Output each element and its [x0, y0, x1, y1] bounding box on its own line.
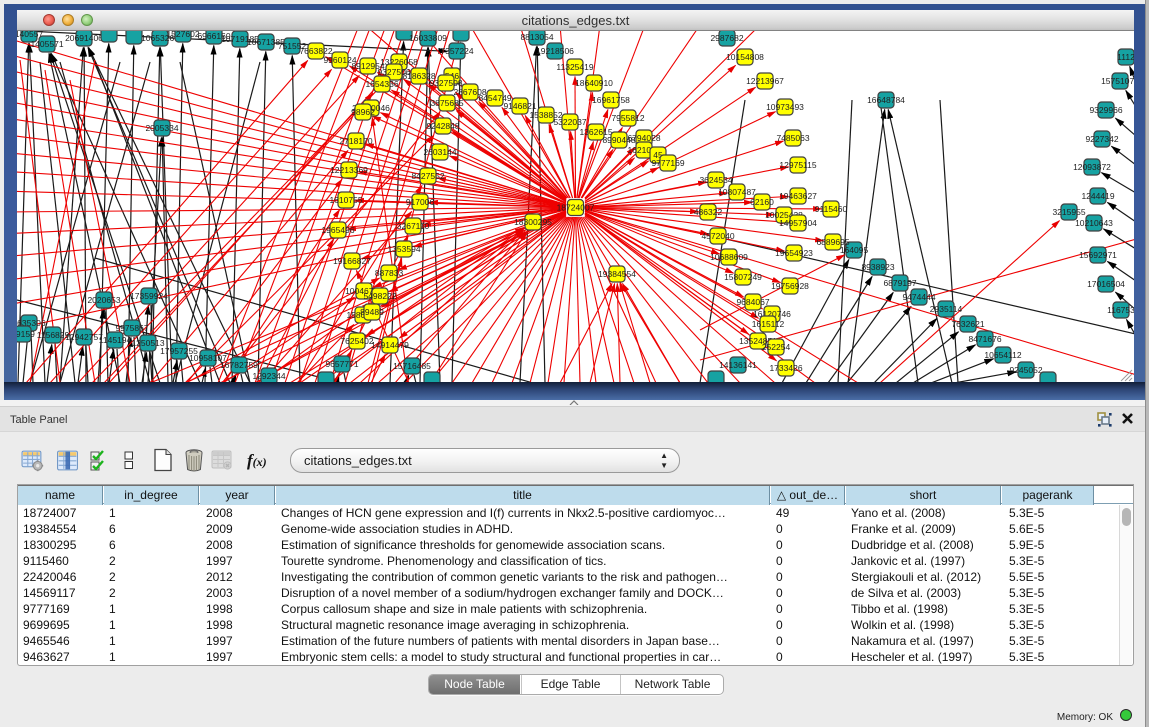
- svg-text:1965496: 1965496: [321, 225, 354, 235]
- svg-text:14914479: 14914479: [371, 340, 409, 350]
- svg-text:10154808: 10154808: [726, 52, 764, 62]
- svg-text:19463627: 19463627: [779, 191, 817, 201]
- svg-text:10807487: 10807487: [718, 187, 756, 197]
- svg-text:9242848: 9242848: [426, 121, 459, 131]
- svg-text:2718170: 2718170: [339, 136, 372, 146]
- svg-text:12213369: 12213369: [330, 165, 368, 175]
- svg-text:16961758: 16961758: [592, 95, 630, 105]
- svg-text:20691406: 20691406: [65, 33, 103, 43]
- svg-text:19384554: 19384554: [598, 269, 636, 279]
- svg-text:98962: 98962: [351, 107, 375, 117]
- svg-text:18300295: 18300295: [514, 217, 552, 227]
- svg-text:887833: 887833: [375, 268, 404, 278]
- svg-text:6879197: 6879197: [883, 278, 916, 288]
- svg-text:62160: 62160: [750, 197, 774, 207]
- svg-text:15807249: 15807249: [724, 272, 762, 282]
- svg-text:7625402: 7625402: [340, 336, 373, 346]
- svg-text:9684067: 9684067: [736, 297, 769, 307]
- svg-text:2603144: 2603144: [423, 147, 456, 157]
- svg-text:12213967: 12213967: [746, 76, 784, 86]
- svg-text:9329966: 9329966: [1089, 105, 1122, 115]
- svg-text:89489: 89489: [360, 307, 384, 317]
- svg-text:11325419: 11325419: [556, 62, 593, 72]
- svg-text:9777169: 9777169: [651, 158, 684, 168]
- svg-text:15716485: 15716485: [393, 361, 431, 371]
- svg-text:116753: 116753: [1107, 305, 1134, 315]
- svg-text:18640910: 18640910: [575, 78, 613, 88]
- svg-text:14957904: 14957904: [779, 218, 817, 228]
- svg-text:3624534: 3624534: [699, 175, 732, 185]
- svg-text:486322: 486322: [694, 207, 723, 217]
- svg-text:252254: 252254: [762, 342, 791, 352]
- svg-text:10973493: 10973493: [766, 102, 804, 112]
- svg-text:19756928: 19756928: [771, 281, 809, 291]
- svg-text:17359924: 17359924: [130, 291, 168, 301]
- svg-text:8938923: 8938923: [861, 262, 894, 272]
- svg-text:14136141: 14136141: [719, 360, 757, 370]
- svg-text:1615112: 1615112: [752, 319, 785, 329]
- svg-text:16782759: 16782759: [220, 360, 258, 370]
- svg-text:16648784: 16648784: [867, 95, 905, 105]
- svg-text:9245052: 9245052: [1009, 365, 1042, 375]
- svg-text:6889695: 6889695: [816, 237, 849, 247]
- svg-text:15751074: 15751074: [1101, 76, 1134, 86]
- svg-text:4572040: 4572040: [701, 231, 734, 241]
- svg-text:9115460: 9115460: [815, 204, 848, 214]
- svg-text:1112: 1112: [1117, 52, 1134, 62]
- svg-text:8427552: 8427552: [411, 171, 444, 181]
- svg-text:7632621: 7632621: [951, 319, 984, 329]
- svg-text:8813054: 8813054: [520, 32, 553, 42]
- svg-text:1654336: 1654336: [365, 79, 398, 89]
- svg-text:5498222: 5498222: [363, 291, 396, 301]
- svg-text:18724007: 18724007: [557, 203, 595, 213]
- svg-text:1527602: 1527602: [166, 31, 199, 39]
- svg-text:12942757: 12942757: [65, 332, 103, 342]
- svg-text:1353594: 1353594: [387, 244, 420, 254]
- svg-text:10654112: 10654112: [984, 350, 1021, 360]
- svg-text:1244419: 1244419: [1081, 191, 1114, 201]
- svg-text:1610755: 1610755: [329, 195, 362, 205]
- svg-text:2005334: 2005334: [145, 123, 178, 133]
- svg-text:9657771: 9657771: [325, 359, 358, 369]
- svg-text:9975867: 9975867: [115, 323, 148, 333]
- svg-text:19166827: 19166827: [333, 256, 371, 266]
- svg-text:12093872: 12093872: [1073, 162, 1111, 172]
- svg-text:39159: 39159: [17, 329, 35, 339]
- svg-text:2987682: 2987682: [710, 33, 743, 43]
- svg-text:9227342: 9227342: [1085, 134, 1118, 144]
- svg-text:1733426: 1733426: [769, 363, 802, 373]
- svg-text:3267110: 3267110: [397, 221, 430, 231]
- svg-text:8471676: 8471676: [968, 334, 1001, 344]
- svg-text:16033809: 16033809: [409, 33, 447, 43]
- svg-text:2020653: 2020653: [87, 295, 120, 305]
- svg-text:19654923: 19654923: [775, 248, 813, 258]
- svg-text:15692971: 15692971: [1079, 250, 1117, 260]
- svg-text:1292344: 1292344: [252, 371, 285, 381]
- svg-text:17016504: 17016504: [1087, 279, 1125, 289]
- svg-text:9474444: 9474444: [902, 292, 935, 302]
- svg-text:7485063: 7485063: [776, 133, 809, 143]
- svg-text:3875685: 3875685: [430, 98, 463, 108]
- svg-text:10210643: 10210643: [1075, 218, 1113, 228]
- svg-text:7955812: 7955812: [611, 113, 644, 123]
- svg-text:10688609: 10688609: [710, 252, 748, 262]
- svg-text:3215955: 3215955: [1052, 207, 1085, 217]
- svg-text:1405571: 1405571: [30, 39, 63, 49]
- svg-text:12975115: 12975115: [779, 160, 816, 170]
- svg-text:19218506: 19218506: [536, 46, 574, 56]
- svg-text:7357224: 7357224: [440, 46, 473, 56]
- svg-text:5322037: 5322037: [553, 117, 586, 127]
- svg-text:917006: 917006: [406, 197, 435, 207]
- svg-text:2935114: 2935114: [930, 304, 963, 314]
